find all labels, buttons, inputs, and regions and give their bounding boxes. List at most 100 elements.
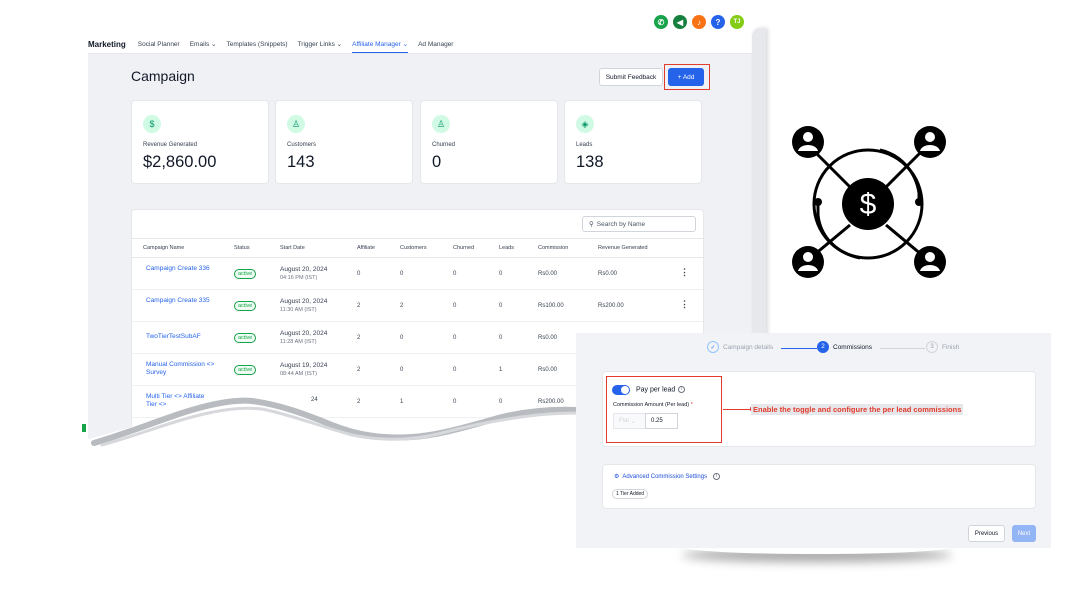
commission-type-select[interactable]: Flat ⌄ [613, 413, 646, 429]
affiliate-count: 0 [357, 271, 361, 277]
affiliate-count: 2 [357, 303, 361, 309]
commission-value: Rs0.00 [538, 335, 558, 341]
campaign-name-link[interactable]: TwoTierTestSubAF [146, 333, 236, 341]
campaign-name-link[interactable]: Campaign Create 336 [146, 265, 212, 273]
leads-card: ◈ Leads 138 [564, 100, 702, 184]
column-header: Churned [453, 245, 475, 251]
status-badge: active [234, 301, 257, 311]
card-value: 143 [287, 153, 315, 171]
advanced-commission-settings-link[interactable]: ⚙ Advanced Commission Settings i [614, 473, 721, 480]
status-badge: active [234, 365, 257, 375]
search-input[interactable]: ⚲ Search by Name [582, 216, 696, 232]
customers-count: 0 [400, 271, 404, 277]
gear-icon: ⚙ [614, 474, 620, 480]
nav-affiliate-manager[interactable]: Affiliate Manager ⌄ [352, 36, 409, 53]
user-node-icon [914, 246, 946, 278]
start-date: August 20, 2024 11:30 AM (IST) [280, 298, 328, 313]
commission-amount-input[interactable]: 0.25 [645, 413, 678, 429]
step-label: Campaign details [723, 343, 774, 351]
churned-count: 0 [453, 303, 457, 309]
advanced-settings-section [602, 464, 1036, 509]
megaphone-icon[interactable]: ◀ [673, 15, 687, 29]
card-label: Customers [287, 142, 317, 148]
churned-count: 0 [453, 335, 457, 341]
nav-emails[interactable]: Emails ⌄ [190, 36, 217, 52]
card-label: Leads [576, 142, 593, 148]
campaign-name-link[interactable]: Manual Commission <> Survey [146, 361, 218, 377]
column-header: Status [234, 245, 250, 251]
wizard-stepper: ✓ Campaign details 2 Commissions 3 Finis… [576, 341, 1051, 357]
next-button[interactable]: Next [1012, 525, 1036, 542]
commission-value: Rs0.00 [538, 367, 558, 373]
leads-count: 0 [499, 303, 503, 309]
user-icon: ♙ [287, 115, 305, 133]
column-header: Revenue Generated [598, 245, 648, 251]
customers-count: 0 [400, 367, 404, 373]
churned-count: 0 [453, 271, 457, 277]
top-nav: Marketing Social Planner Emails ⌄ Templa… [88, 34, 463, 54]
step-number: 2 [817, 341, 829, 353]
commission-wizard-panel: ✓ Campaign details 2 Commissions 3 Finis… [576, 333, 1051, 548]
leads-count: 0 [499, 335, 503, 341]
page-title: Campaign [131, 68, 195, 84]
card-label: Revenue Generated [143, 142, 198, 148]
bell-icon[interactable]: ♪ [692, 15, 706, 29]
revenue-value: Rs200.00 [598, 303, 624, 309]
column-header: Leads [499, 245, 514, 251]
card-label: Churned [432, 142, 456, 148]
table-row[interactable]: Campaign Create 336 active August 20, 20… [132, 258, 703, 290]
info-icon: i [713, 473, 721, 480]
step-commissions[interactable]: 2 Commissions [817, 341, 872, 353]
campaign-name-link[interactable]: Campaign Create 335 [146, 297, 212, 305]
step-finish[interactable]: 3 Finish [926, 341, 959, 353]
step-label: Commissions [833, 343, 873, 351]
phone-icon[interactable]: ✆ [654, 15, 668, 29]
page-edge-marker [82, 424, 86, 432]
nav-templates[interactable]: Templates (Snippets) [226, 37, 287, 52]
svg-text:$: $ [860, 188, 877, 221]
step-connector [781, 348, 817, 349]
leads-count: 1 [499, 367, 503, 373]
churned-count: 0 [453, 367, 457, 373]
search-placeholder: Search by Name [596, 220, 646, 228]
start-date: August 20, 2024 04:16 PM (IST) [280, 266, 328, 281]
brand-label: Marketing [88, 39, 126, 49]
nav-ad-manager[interactable]: Ad Manager [418, 37, 453, 52]
annotation-text: Enable the toggle and configure the per … [751, 404, 964, 415]
more-options-icon[interactable]: ⋮ [680, 267, 689, 278]
step-campaign-details[interactable]: ✓ Campaign details [707, 341, 773, 353]
affiliate-count: 2 [357, 335, 361, 341]
tier-badge: 1 Tier Added [612, 489, 649, 499]
submit-feedback-button[interactable]: Submit Feedback [599, 68, 663, 86]
add-button[interactable]: + Add [668, 68, 704, 86]
previous-button[interactable]: Previous [968, 525, 1005, 542]
top-icon-bar: ✆ ◀ ♪ ? TJ [654, 15, 744, 29]
status-badge: active [234, 333, 257, 343]
card-value: 0 [432, 153, 442, 171]
nav-social-planner[interactable]: Social Planner [138, 37, 180, 52]
commission-value: Rs100.00 [538, 303, 564, 309]
card-value: $2,860.00 [143, 153, 217, 171]
revenue-value: Rs0.00 [598, 271, 618, 277]
info-icon: i [678, 386, 686, 393]
step-number: 3 [926, 341, 938, 353]
user-minus-icon: ♙ [432, 115, 450, 133]
help-icon[interactable]: ? [711, 15, 725, 29]
status-badge: active [234, 269, 257, 279]
leads-count: 0 [499, 271, 503, 277]
page-curl-edge [752, 28, 766, 348]
table-row[interactable]: Campaign Create 335 active August 20, 20… [132, 290, 703, 322]
diamond-icon: ◈ [576, 115, 594, 133]
start-date: August 20, 2024 11:28 AM (IST) [280, 330, 328, 345]
user-avatar[interactable]: TJ [730, 15, 744, 29]
pay-per-lead-toggle[interactable] [612, 385, 630, 395]
affiliate-network-icon: $ [792, 126, 946, 278]
dollar-icon: $ [143, 115, 161, 133]
nav-trigger-links[interactable]: Trigger Links ⌄ [298, 36, 343, 52]
annotation-arrow [723, 407, 754, 411]
more-options-icon[interactable]: ⋮ [680, 299, 689, 310]
column-header: Start Date [280, 245, 305, 251]
pay-per-lead-label: Pay per lead i [636, 386, 686, 393]
user-node-icon [792, 246, 824, 278]
step-connector [880, 348, 925, 349]
